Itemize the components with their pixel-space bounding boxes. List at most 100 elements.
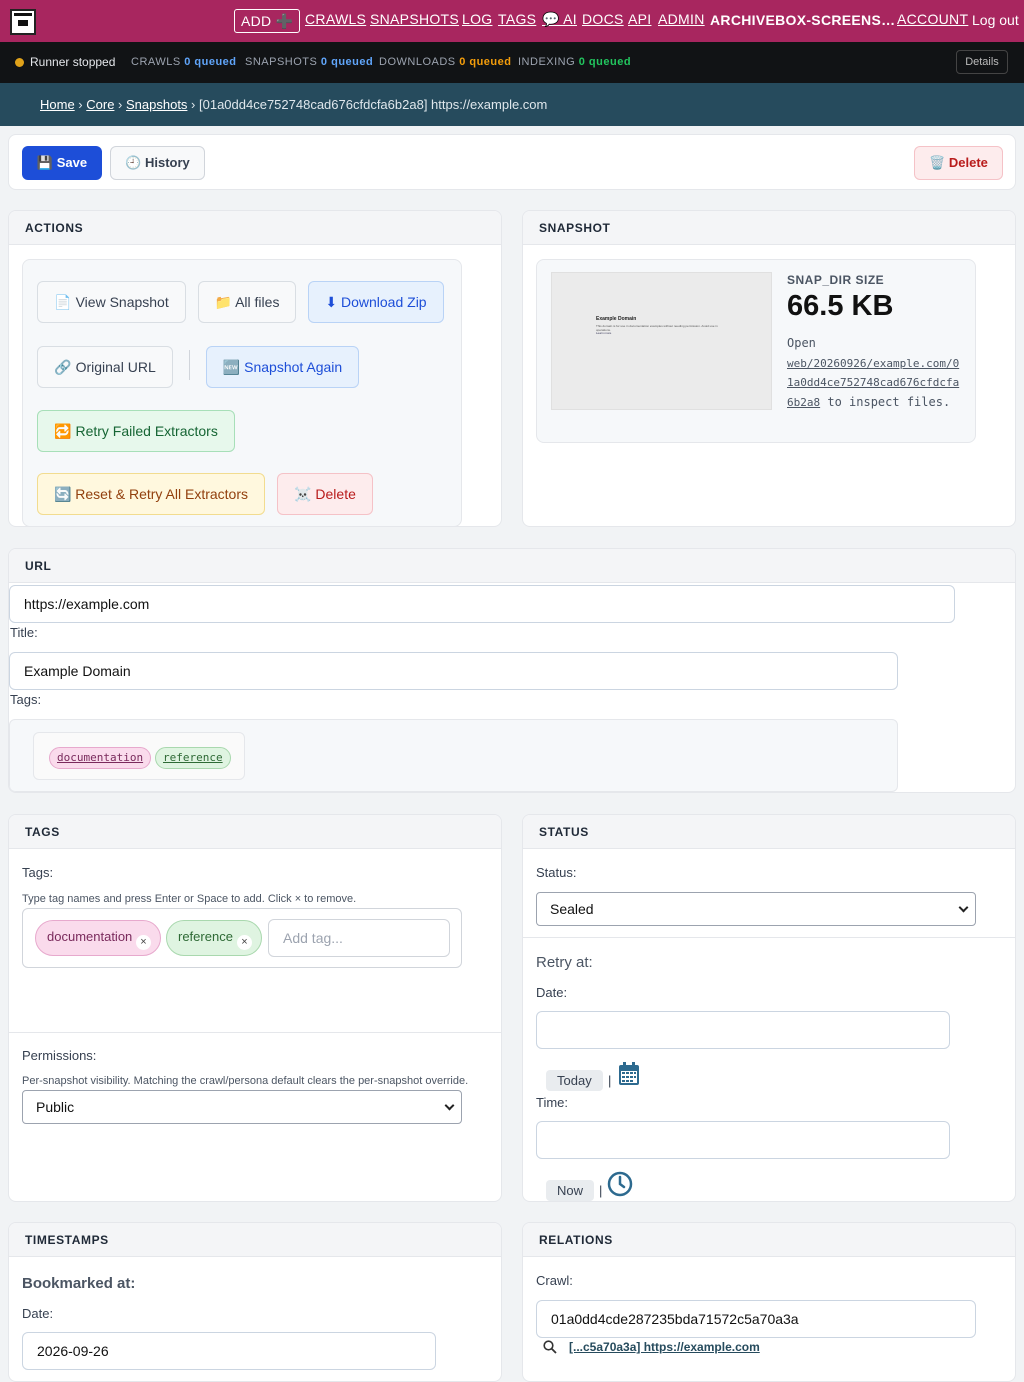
nav-crawls-link[interactable]: CRAWLS (305, 11, 366, 27)
bookmarked-date-label: Date: (22, 1306, 54, 1321)
nav-snapshots-link[interactable]: SNAPSHOTS (370, 11, 459, 27)
status-label: Status: (536, 865, 577, 880)
nav-username[interactable]: ARCHIVEBOX-SCREENS… (710, 12, 895, 28)
indexing-queue: INDEXING 0 queued (518, 56, 632, 68)
now-button[interactable]: Now (546, 1180, 595, 1201)
permissions-select[interactable]: Public (22, 1090, 462, 1124)
retry-date-label: Date: (536, 985, 568, 1000)
details-button[interactable]: Details (956, 50, 1008, 74)
delete-button[interactable]: 🗑️ Delete (914, 146, 1003, 180)
nav-logout-link[interactable]: Log out (972, 12, 1019, 28)
actions-separator (189, 350, 190, 380)
actions-panel: ACTIONS 📄 View Snapshot 📁 All files ⬇ Do… (8, 210, 502, 527)
snapshot-panel: SNAPSHOT Example Domain This domain is f… (522, 210, 1016, 527)
save-button[interactable]: 💾 Save (22, 146, 102, 180)
retry-date-input[interactable] (536, 1011, 950, 1049)
snapshot-thumbnail[interactable]: Example Domain This domain is for use in… (551, 272, 772, 410)
chevron-down-icon (958, 902, 969, 913)
snapshot-path-text: Open web/20260926/example.com/01a0dd4ce7… (787, 334, 963, 412)
breadcrumb-current: [01a0dd4ce752748cad676cfdcfa6b2a8] https… (199, 97, 548, 112)
runner-status-dot (15, 58, 24, 67)
breadcrumb: Home › Core › Snapshots › [01a0dd4ce7527… (0, 83, 1024, 126)
nav-add-button[interactable]: ADD ➕ (234, 9, 301, 33)
clock-icon[interactable] (607, 1171, 633, 1197)
permissions-label: Permissions: (22, 1048, 97, 1063)
retry-time-input[interactable] (536, 1121, 950, 1159)
title-label: Title: (10, 625, 38, 640)
breadcrumb-snapshots[interactable]: Snapshots (126, 97, 187, 112)
status-divider (523, 937, 1015, 938)
tag-chip-label: reference (178, 929, 233, 944)
add-tag-input[interactable]: Add tag... (268, 919, 450, 957)
tag-link-reference[interactable]: reference (155, 747, 231, 769)
relations-title: RELATIONS (523, 1223, 1015, 1257)
tags-help: Type tag names and press Enter or Space … (22, 893, 357, 905)
today-button[interactable]: Today (546, 1070, 603, 1091)
tag-chip-documentation: documentation × (35, 920, 161, 956)
url-panel: URL https://example.com Title: Example D… (8, 548, 1016, 793)
snapshots-queue: SNAPSHOTS 0 queued (245, 56, 374, 68)
status-select[interactable]: Sealed (536, 892, 976, 926)
timestamps-title: TIMESTAMPS (9, 1223, 501, 1257)
nav-log-link[interactable]: LOG (462, 11, 492, 27)
tag-chip-label: documentation (47, 929, 133, 944)
crawl-input[interactable]: 01a0dd4cde287235bda71572c5a70a3a (536, 1300, 976, 1338)
url-title: URL (9, 549, 1015, 583)
object-toolbar: 💾 Save 🕘 History 🗑️ Delete (8, 134, 1016, 190)
permissions-help: Per-snapshot visibility. Matching the cr… (22, 1075, 469, 1087)
url-input[interactable]: https://example.com (9, 585, 955, 623)
thumb-link: Learn more (596, 331, 612, 335)
retry-failed-button[interactable]: 🔁 Retry Failed Extractors (37, 410, 235, 452)
tags-field-label: Tags: (22, 865, 54, 880)
remove-tag-icon[interactable]: × (136, 935, 151, 950)
downloads-queue-value: 0 queued (459, 56, 512, 68)
crawls-queue: CRAWLS 0 queued (131, 56, 237, 68)
bookmarked-label: Bookmarked at: (22, 1275, 136, 1292)
nav-ai-link[interactable]: 💬 AI (542, 11, 577, 28)
all-files-button[interactable]: 📁 All files (198, 281, 296, 323)
path-suffix: to inspect files. (827, 394, 951, 409)
snapshot-again-button[interactable]: 🆕 Snapshot Again (206, 346, 359, 388)
crawl-link[interactable]: [...c5a70a3a] https://example.com (569, 1340, 760, 1354)
snapshots-queue-value: 0 queued (320, 56, 374, 68)
breadcrumb-home[interactable]: Home (40, 97, 75, 112)
crawls-queue-value: 0 queued (184, 56, 237, 68)
search-icon[interactable] (543, 1340, 557, 1354)
history-button[interactable]: 🕘 History (110, 146, 205, 180)
nav-api-link[interactable]: API (628, 11, 651, 27)
tags-label: Tags: (10, 692, 42, 707)
status-panel: STATUS Status: Sealed Retry at: Date: To… (522, 814, 1016, 1202)
nav-tags-link[interactable]: TAGS (498, 11, 536, 27)
thumb-heading: Example Domain (596, 316, 637, 322)
runner-status-text: Runner stopped (30, 55, 116, 69)
bookmarked-date-input[interactable]: 2026-09-26 (22, 1332, 436, 1370)
tags-panel: TAGS Tags: Type tag names and press Ente… (8, 814, 502, 1202)
title-input[interactable]: Example Domain (9, 652, 898, 690)
nav-docs-link[interactable]: DOCS (582, 11, 624, 27)
size-value: 66.5 KB (787, 290, 894, 322)
view-snapshot-button[interactable]: 📄 View Snapshot (37, 281, 186, 323)
calendar-icon[interactable] (618, 1062, 640, 1086)
date-separator: | (608, 1073, 612, 1088)
size-label: SNAP_DIR SIZE (787, 273, 885, 287)
thumb-text: This domain is for use in documentation … (596, 324, 718, 332)
status-title: STATUS (523, 815, 1015, 849)
tags-readonly-box: documentation reference (9, 719, 898, 792)
tags-readonly-inner: documentation reference (33, 732, 245, 780)
archivebox-logo[interactable] (10, 9, 36, 35)
breadcrumb-core[interactable]: Core (86, 97, 114, 112)
nav-account-link[interactable]: ACCOUNT (897, 11, 968, 27)
tag-editor[interactable]: documentation × reference × Add tag... (22, 908, 462, 968)
nav-admin-link[interactable]: ADMIN (658, 11, 705, 27)
actions-title: ACTIONS (9, 211, 501, 245)
crawl-label: Crawl: (536, 1273, 573, 1288)
tag-link-documentation[interactable]: documentation (49, 747, 152, 769)
delete-snapshot-button[interactable]: ☠️ Delete (277, 473, 373, 515)
time-separator: | (599, 1183, 603, 1198)
open-text: Open (787, 336, 816, 350)
original-url-button[interactable]: 🔗 Original URL (37, 346, 173, 388)
reset-retry-button[interactable]: 🔄 Reset & Retry All Extractors (37, 473, 265, 515)
download-zip-button[interactable]: ⬇ Download Zip (308, 281, 444, 323)
remove-tag-icon[interactable]: × (237, 935, 252, 950)
retry-at-label: Retry at: (536, 954, 593, 971)
